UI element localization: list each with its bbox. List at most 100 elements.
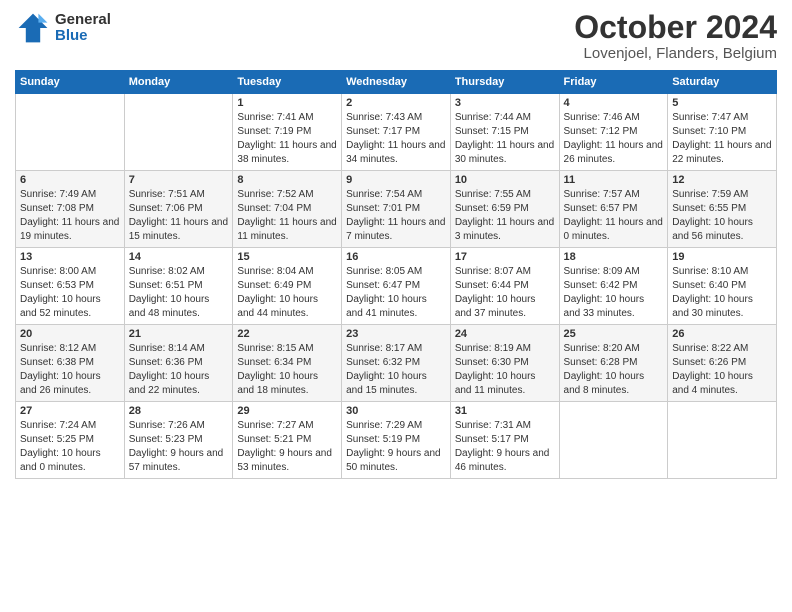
day-info: Sunrise: 8:05 AM Sunset: 6:47 PM Dayligh… — [346, 265, 446, 321]
day-number: 16 — [346, 251, 446, 263]
day-info: Sunrise: 8:20 AM Sunset: 6:28 PM Dayligh… — [564, 342, 664, 398]
calendar-cell: 9Sunrise: 7:54 AM Sunset: 7:01 PM Daylig… — [342, 171, 451, 248]
calendar-cell: 28Sunrise: 7:26 AM Sunset: 5:23 PM Dayli… — [124, 402, 233, 479]
calendar-cell: 19 Sunrise: 8:10 AM Sunset: 6:40 PM Dayli… — [668, 248, 777, 325]
week-row-2: 13 Sunrise: 8:00 AM Sunset: 6:53 PM Dayli… — [16, 248, 777, 325]
day-info: Sunrise: 7:43 AM Sunset: 7:17 PM Dayligh… — [346, 111, 446, 167]
day-info: Sunrise: 7:44 AM Sunset: 7:15 PM Dayligh… — [455, 111, 555, 167]
calendar-cell: 17 Sunrise: 8:07 AM Sunset: 6:44 PM Dayli… — [450, 248, 559, 325]
calendar-cell — [559, 402, 668, 479]
week-row-1: 6Sunrise: 7:49 AM Sunset: 7:08 PM Daylig… — [16, 171, 777, 248]
calendar-cell: 20 Sunrise: 8:12 AM Sunset: 6:38 PM Dayli… — [16, 325, 125, 402]
day-number: 23 — [346, 328, 446, 340]
day-number: 11 — [564, 174, 664, 186]
day-info: Sunrise: 8:17 AM Sunset: 6:32 PM Dayligh… — [346, 342, 446, 398]
calendar-cell: 14Sunrise: 8:02 AM Sunset: 6:51 PM Dayli… — [124, 248, 233, 325]
calendar-cell: 6Sunrise: 7:49 AM Sunset: 7:08 PM Daylig… — [16, 171, 125, 248]
logo-general-text: General — [55, 12, 111, 29]
logo: General Blue — [15, 10, 111, 46]
day-info: Sunrise: 8:10 AM Sunset: 6:40 PM Dayligh… — [672, 265, 772, 321]
day-info: Sunrise: 7:26 AM Sunset: 5:23 PM Dayligh… — [129, 419, 229, 475]
day-info: Sunrise: 8:07 AM Sunset: 6:44 PM Dayligh… — [455, 265, 555, 321]
calendar-body: 1 Sunrise: 7:41 AM Sunset: 7:19 PM Daylig… — [16, 94, 777, 479]
day-number: 27 — [20, 405, 120, 417]
week-row-4: 27Sunrise: 7:24 AM Sunset: 5:25 PM Dayli… — [16, 402, 777, 479]
calendar-cell: 8Sunrise: 7:52 AM Sunset: 7:04 PM Daylig… — [233, 171, 342, 248]
day-info: Sunrise: 7:27 AM Sunset: 5:21 PM Dayligh… — [237, 419, 337, 475]
calendar-cell: 21Sunrise: 8:14 AM Sunset: 6:36 PM Dayli… — [124, 325, 233, 402]
day-info: Sunrise: 7:31 AM Sunset: 5:17 PM Dayligh… — [455, 419, 555, 475]
day-info: Sunrise: 7:46 AM Sunset: 7:12 PM Dayligh… — [564, 111, 664, 167]
header-day-tuesday: Tuesday — [233, 71, 342, 94]
week-row-0: 1 Sunrise: 7:41 AM Sunset: 7:19 PM Daylig… — [16, 94, 777, 171]
day-info: Sunrise: 8:22 AM Sunset: 6:26 PM Dayligh… — [672, 342, 772, 398]
logo-blue-text: Blue — [55, 28, 111, 45]
day-number: 9 — [346, 174, 446, 186]
calendar-cell: 5Sunrise: 7:47 AM Sunset: 7:10 PM Daylig… — [668, 94, 777, 171]
day-number: 22 — [237, 328, 337, 340]
calendar-cell: 30Sunrise: 7:29 AM Sunset: 5:19 PM Dayli… — [342, 402, 451, 479]
calendar-cell: 27Sunrise: 7:24 AM Sunset: 5:25 PM Dayli… — [16, 402, 125, 479]
header-day-sunday: Sunday — [16, 71, 125, 94]
calendar: SundayMondayTuesdayWednesdayThursdayFrid… — [15, 70, 777, 479]
header-row: SundayMondayTuesdayWednesdayThursdayFrid… — [16, 71, 777, 94]
calendar-cell: 3 Sunrise: 7:44 AM Sunset: 7:15 PM Daylig… — [450, 94, 559, 171]
day-info: Sunrise: 7:57 AM Sunset: 6:57 PM Dayligh… — [564, 188, 664, 244]
calendar-cell: 31 Sunrise: 7:31 AM Sunset: 5:17 PM Dayli… — [450, 402, 559, 479]
header-day-friday: Friday — [559, 71, 668, 94]
day-number: 18 — [564, 251, 664, 263]
calendar-cell: 13 Sunrise: 8:00 AM Sunset: 6:53 PM Dayli… — [16, 248, 125, 325]
logo-icon — [15, 10, 51, 46]
week-row-3: 20 Sunrise: 8:12 AM Sunset: 6:38 PM Dayli… — [16, 325, 777, 402]
calendar-cell: 25Sunrise: 8:20 AM Sunset: 6:28 PM Dayli… — [559, 325, 668, 402]
day-number: 12 — [672, 174, 772, 186]
calendar-cell: 11 Sunrise: 7:57 AM Sunset: 6:57 PM Dayli… — [559, 171, 668, 248]
day-number: 19 — [672, 251, 772, 263]
page: General Blue October 2024 Lovenjoel, Fla… — [0, 0, 792, 612]
day-number: 20 — [20, 328, 120, 340]
day-number: 3 — [455, 97, 555, 109]
calendar-cell: 18 Sunrise: 8:09 AM Sunset: 6:42 PM Dayli… — [559, 248, 668, 325]
header: General Blue October 2024 Lovenjoel, Fla… — [15, 10, 777, 62]
day-number: 15 — [237, 251, 337, 263]
calendar-header: SundayMondayTuesdayWednesdayThursdayFrid… — [16, 71, 777, 94]
day-info: Sunrise: 7:55 AM Sunset: 6:59 PM Dayligh… — [455, 188, 555, 244]
calendar-cell: 29 Sunrise: 7:27 AM Sunset: 5:21 PM Dayli… — [233, 402, 342, 479]
header-day-saturday: Saturday — [668, 71, 777, 94]
title-block: October 2024 Lovenjoel, Flanders, Belgiu… — [574, 10, 777, 62]
calendar-cell: 12 Sunrise: 7:59 AM Sunset: 6:55 PM Dayli… — [668, 171, 777, 248]
day-number: 4 — [564, 97, 664, 109]
day-number: 21 — [129, 328, 229, 340]
calendar-cell: 22 Sunrise: 8:15 AM Sunset: 6:34 PM Dayli… — [233, 325, 342, 402]
day-info: Sunrise: 8:12 AM Sunset: 6:38 PM Dayligh… — [20, 342, 120, 398]
day-number: 17 — [455, 251, 555, 263]
calendar-cell: 1 Sunrise: 7:41 AM Sunset: 7:19 PM Daylig… — [233, 94, 342, 171]
calendar-cell: 7Sunrise: 7:51 AM Sunset: 7:06 PM Daylig… — [124, 171, 233, 248]
day-number: 29 — [237, 405, 337, 417]
day-number: 26 — [672, 328, 772, 340]
day-number: 2 — [346, 97, 446, 109]
day-info: Sunrise: 7:41 AM Sunset: 7:19 PM Dayligh… — [237, 111, 337, 167]
day-info: Sunrise: 8:09 AM Sunset: 6:42 PM Dayligh… — [564, 265, 664, 321]
day-info: Sunrise: 8:04 AM Sunset: 6:49 PM Dayligh… — [237, 265, 337, 321]
logo-text: General Blue — [55, 12, 111, 45]
header-day-monday: Monday — [124, 71, 233, 94]
month-title: October 2024 — [574, 10, 777, 45]
day-info: Sunrise: 8:15 AM Sunset: 6:34 PM Dayligh… — [237, 342, 337, 398]
calendar-cell: 24 Sunrise: 8:19 AM Sunset: 6:30 PM Dayli… — [450, 325, 559, 402]
day-number: 1 — [237, 97, 337, 109]
day-number: 24 — [455, 328, 555, 340]
calendar-cell: 15 Sunrise: 8:04 AM Sunset: 6:49 PM Dayli… — [233, 248, 342, 325]
calendar-cell: 2 Sunrise: 7:43 AM Sunset: 7:17 PM Daylig… — [342, 94, 451, 171]
calendar-cell — [16, 94, 125, 171]
day-info: Sunrise: 8:19 AM Sunset: 6:30 PM Dayligh… — [455, 342, 555, 398]
calendar-cell: 10Sunrise: 7:55 AM Sunset: 6:59 PM Dayli… — [450, 171, 559, 248]
day-info: Sunrise: 7:59 AM Sunset: 6:55 PM Dayligh… — [672, 188, 772, 244]
calendar-cell — [668, 402, 777, 479]
calendar-cell — [124, 94, 233, 171]
day-number: 13 — [20, 251, 120, 263]
day-info: Sunrise: 7:51 AM Sunset: 7:06 PM Dayligh… — [129, 188, 229, 244]
day-number: 31 — [455, 405, 555, 417]
day-info: Sunrise: 7:47 AM Sunset: 7:10 PM Dayligh… — [672, 111, 772, 167]
day-info: Sunrise: 8:00 AM Sunset: 6:53 PM Dayligh… — [20, 265, 120, 321]
